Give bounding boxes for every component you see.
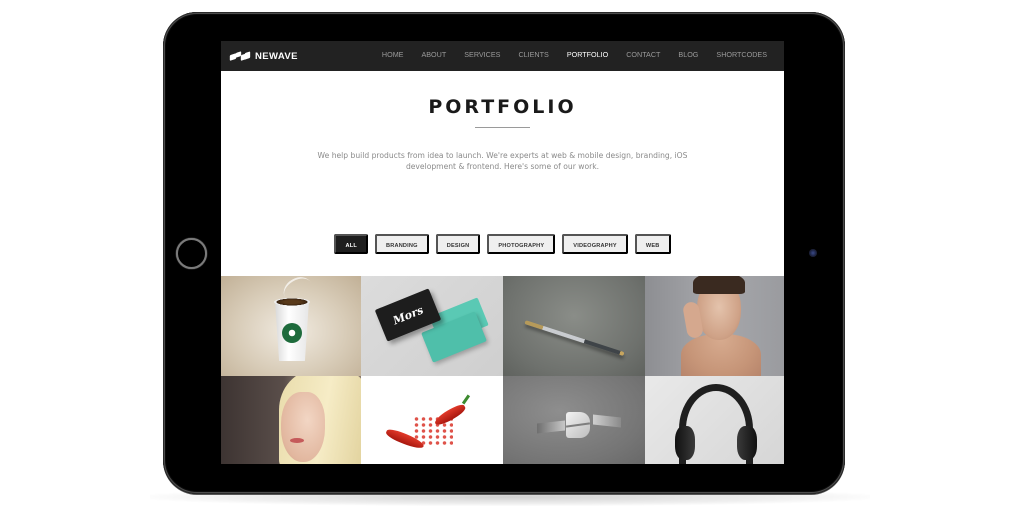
lips <box>290 438 304 443</box>
portfolio-item-chili-pepper[interactable] <box>361 376 503 464</box>
headphone-left-cup <box>675 426 695 460</box>
headphone-right-cup <box>737 426 757 460</box>
cup-logo <box>282 323 302 343</box>
section-title: PORTFOLIO <box>428 96 577 118</box>
filter-photography[interactable]: PHOTOGRAPHY <box>487 234 556 254</box>
shoulders <box>681 334 761 376</box>
coffee-surface <box>274 298 310 306</box>
portfolio-item-coffee-cup[interactable] <box>221 276 361 376</box>
face <box>281 392 325 462</box>
portfolio-grid: Mors <box>221 276 784 464</box>
emboss-center-mark <box>566 412 590 438</box>
section-intro: We help build products from idea to laun… <box>317 151 688 171</box>
pen-image <box>524 320 625 357</box>
nav-services[interactable]: SERVICES <box>455 41 509 71</box>
chili-stem <box>461 394 471 405</box>
portfolio-item-business-cards[interactable]: Mors <box>361 276 503 376</box>
nav-home[interactable]: HOME <box>373 41 413 71</box>
camera-lens <box>809 249 817 257</box>
nav-clients[interactable]: CLIENTS <box>509 41 557 71</box>
top-navbar: NEWAVE HOME ABOUT SERVICES CLIENTS PORTF… <box>221 41 784 73</box>
wave-logo-icon <box>229 51 251 61</box>
nav-about[interactable]: ABOUT <box>412 41 455 71</box>
nav-shortcodes[interactable]: SHORTCODES <box>707 41 776 71</box>
nav-portfolio[interactable]: PORTFOLIO <box>557 41 618 73</box>
filter-branding[interactable]: BRANDING <box>374 234 429 254</box>
tablet-screen: NEWAVE HOME ABOUT SERVICES CLIENTS PORTF… <box>221 41 784 464</box>
hair <box>693 276 745 294</box>
portfolio-item-headphones[interactable] <box>645 376 784 464</box>
portfolio-item-pen[interactable] <box>503 276 645 376</box>
emboss-left-bar <box>537 420 565 434</box>
portfolio-item-woman-portrait[interactable] <box>645 276 784 376</box>
portfolio-item-blonde-portrait[interactable] <box>221 376 361 464</box>
brand-name: NEWAVE <box>255 50 298 62</box>
portfolio-item-embossed-logo[interactable] <box>503 376 645 464</box>
title-divider <box>475 127 530 128</box>
filter-all[interactable]: ALL <box>334 234 368 254</box>
portfolio-filters: ALL BRANDING DESIGN PHOTOGRAPHY VIDEOGRA… <box>221 234 784 254</box>
emboss-right-bar <box>593 414 621 428</box>
main-menu: HOME ABOUT SERVICES CLIENTS PORTFOLIO CO… <box>373 41 776 73</box>
nav-blog[interactable]: BLOG <box>669 41 707 71</box>
home-button <box>176 238 207 269</box>
filter-design[interactable]: DESIGN <box>435 234 481 254</box>
brand-logo[interactable]: NEWAVE <box>229 50 298 62</box>
filter-web[interactable]: WEB <box>634 234 671 254</box>
nav-contact[interactable]: CONTACT <box>617 41 669 71</box>
filter-videography[interactable]: VIDEOGRAPHY <box>562 234 628 254</box>
